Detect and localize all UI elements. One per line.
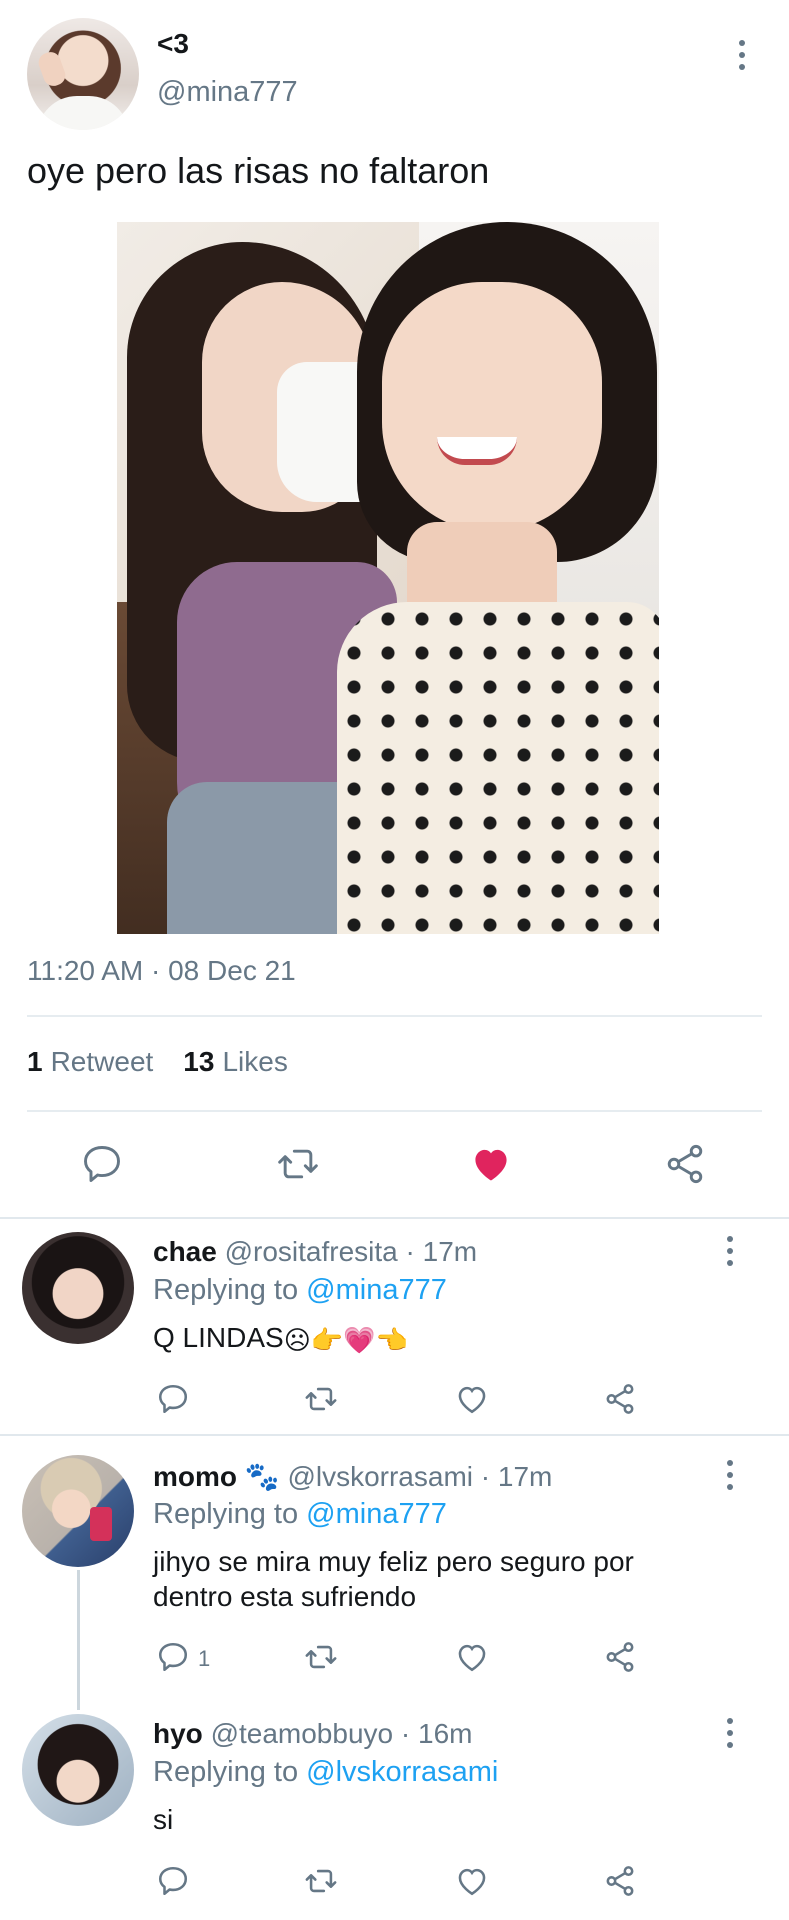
reply-icon[interactable] (156, 1864, 190, 1898)
retweet-icon[interactable] (302, 1640, 340, 1674)
more-options-icon[interactable] (725, 1718, 735, 1748)
share-icon[interactable] (663, 1142, 707, 1186)
section-divider (0, 1434, 789, 1436)
reply-author-handle[interactable]: @teamobbuyo (211, 1718, 394, 1749)
more-options-icon[interactable] (725, 1236, 735, 1266)
reply-avatar[interactable] (22, 1232, 134, 1344)
reply-header: momo 🐾 @lvskorrasami · 17m (153, 1460, 552, 1493)
reply-time: · 17m (480, 1461, 553, 1492)
tweet-photo[interactable] (117, 222, 659, 934)
reply-time: · 17m (405, 1236, 478, 1267)
reply-text: si (153, 1804, 174, 1835)
replying-to: Replying to @mina777 (153, 1274, 447, 1306)
share-icon[interactable] (603, 1864, 637, 1898)
reply-icon[interactable] (156, 1382, 190, 1416)
divider (27, 1110, 762, 1112)
divider (27, 1015, 762, 1017)
more-options-icon[interactable] (725, 1460, 735, 1490)
reply-author-name[interactable]: momo 🐾 (153, 1461, 280, 1492)
tweet-text: oye pero las risas no faltaron (27, 150, 490, 191)
heart-icon[interactable] (454, 1864, 490, 1898)
share-icon[interactable] (603, 1640, 637, 1674)
author-handle[interactable]: @mina777 (157, 76, 298, 109)
reply-text: Q LINDAS☹👉💗👈 (153, 1320, 753, 1358)
heart-icon[interactable] (468, 1142, 514, 1186)
reply-text: jihyo se mira muy feliz pero seguro por … (153, 1546, 634, 1612)
reply-emoji: ☹👉💗👈 (283, 1325, 408, 1355)
reply-header: chae @rositafresita · 17m (153, 1236, 477, 1268)
retweet-icon[interactable] (302, 1864, 340, 1898)
mention-link[interactable]: @mina777 (306, 1274, 447, 1306)
tweet-timestamp: 11:20 AM · 08 Dec 21 (27, 955, 296, 986)
reply-icon[interactable] (156, 1640, 190, 1674)
mention-link[interactable]: @lvskorrasami (306, 1756, 498, 1788)
reply-count: 1 (198, 1646, 211, 1671)
retweet-icon[interactable] (274, 1142, 322, 1186)
section-divider (0, 1217, 789, 1219)
author-name[interactable]: <3 (157, 28, 189, 60)
retweet-icon[interactable] (302, 1382, 340, 1416)
reply-icon[interactable] (80, 1142, 124, 1186)
reply-author-name[interactable]: hyo (153, 1718, 203, 1749)
reply-author-name[interactable]: chae (153, 1236, 217, 1267)
reply-avatar[interactable] (22, 1714, 134, 1826)
heart-icon[interactable] (454, 1640, 490, 1674)
retweets-stat[interactable]: 1 Retweet (27, 1046, 153, 1078)
likes-stat[interactable]: 13 Likes (183, 1046, 288, 1078)
tweet-stats: 1 Retweet 13 Likes (27, 1046, 288, 1078)
reply-avatar[interactable] (22, 1455, 134, 1567)
share-icon[interactable] (603, 1382, 637, 1416)
reply-author-handle[interactable]: @rositafresita (225, 1236, 398, 1267)
replying-to: Replying to @mina777 (153, 1498, 447, 1530)
reply-time: · 16m (400, 1718, 473, 1749)
heart-icon[interactable] (454, 1382, 490, 1416)
more-options-icon[interactable] (737, 40, 747, 70)
reply-author-handle[interactable]: @lvskorrasami (287, 1461, 473, 1492)
author-avatar[interactable] (27, 18, 139, 130)
reply-header: hyo @teamobbuyo · 16m (153, 1718, 472, 1750)
replying-to: Replying to @lvskorrasami (153, 1756, 499, 1788)
thread-line (77, 1570, 80, 1710)
mention-link[interactable]: @mina777 (306, 1498, 447, 1530)
